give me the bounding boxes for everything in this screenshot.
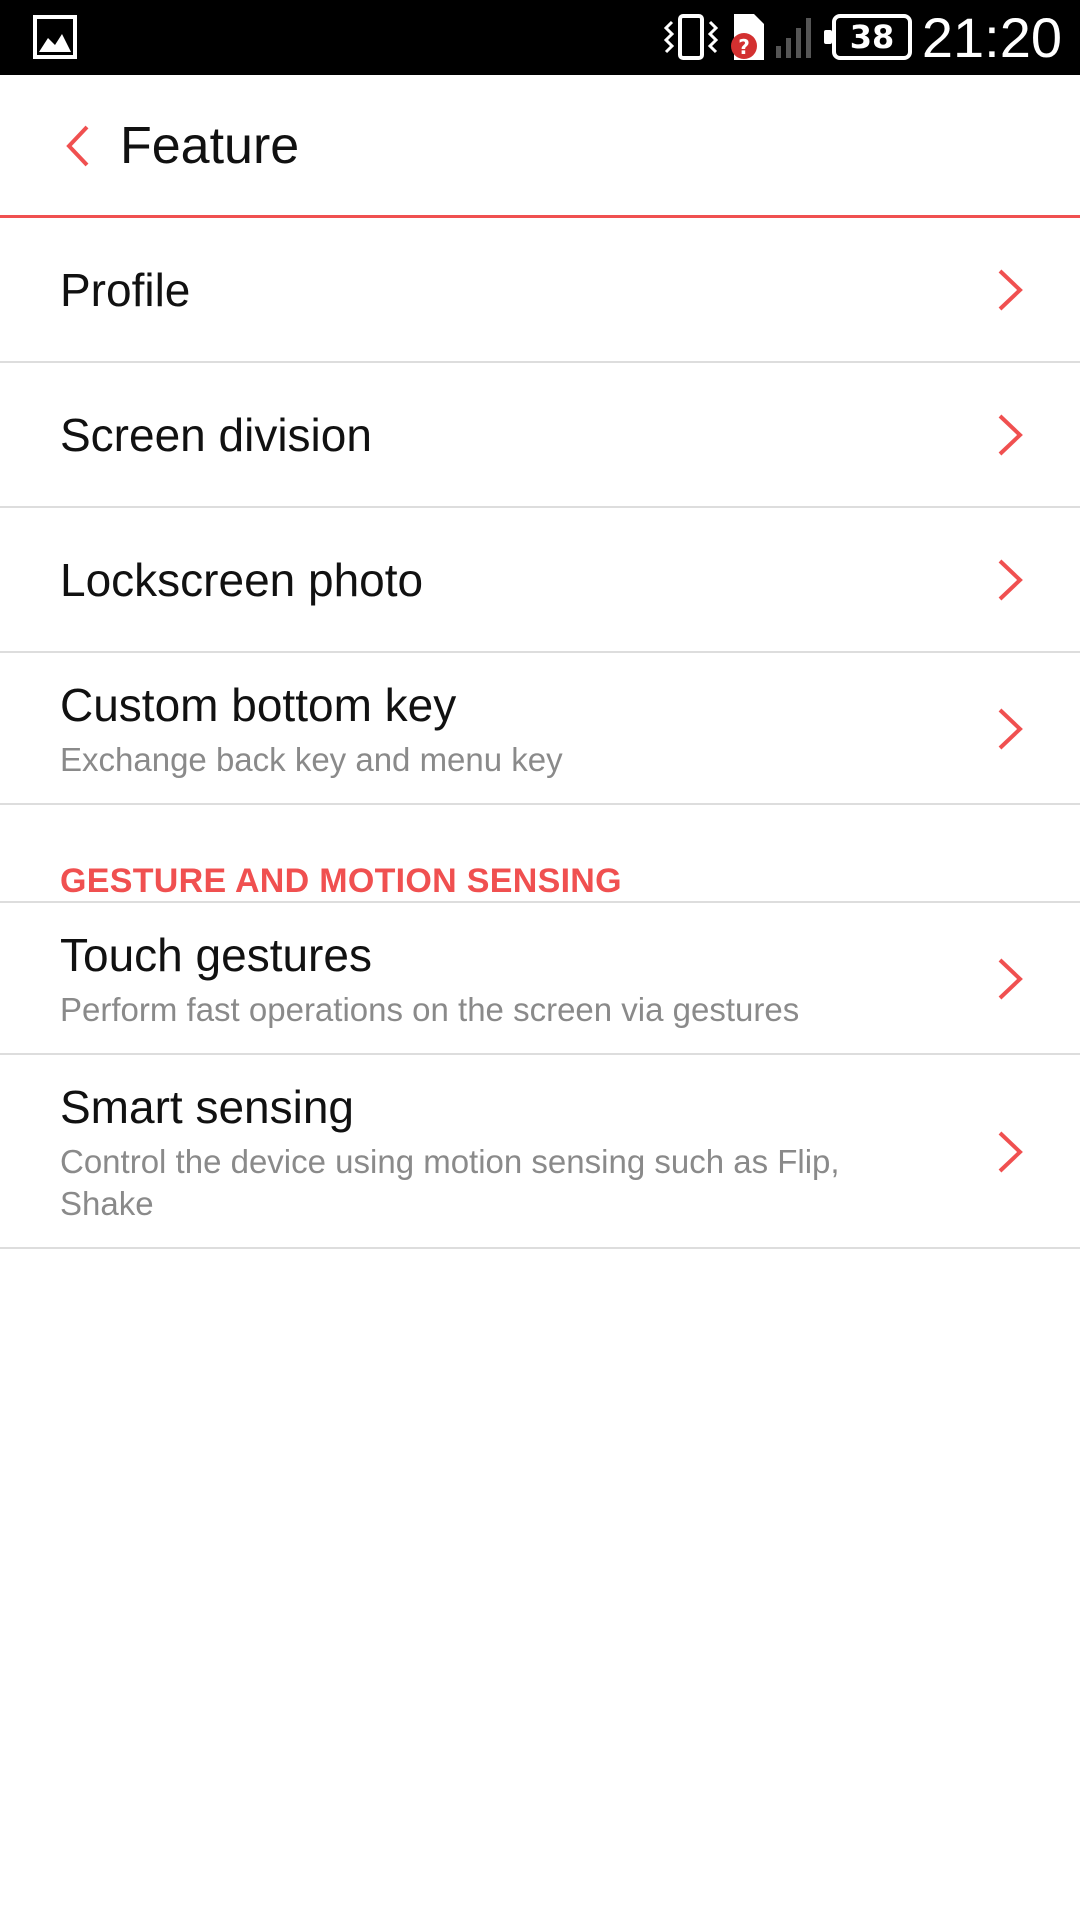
section-header-gesture-motion: GESTURE AND MOTION SENSING: [0, 805, 1080, 903]
section-label: GESTURE AND MOTION SENSING: [60, 862, 622, 900]
list-item-screen-division[interactable]: Screen division: [0, 363, 1080, 508]
sim-error-icon: ?: [731, 14, 764, 60]
list-item-custom-bottom-key[interactable]: Custom bottom key Exchange back key and …: [0, 653, 1080, 805]
chevron-left-icon: [66, 125, 89, 167]
item-label: Profile: [60, 264, 191, 316]
list-item-touch-gestures[interactable]: Touch gestures Perform fast operations o…: [0, 903, 1080, 1055]
item-description: Perform fast operations on the screen vi…: [60, 991, 800, 1028]
chevron-right-icon: [998, 1131, 1023, 1173]
chevron-right-icon: [998, 414, 1023, 456]
vibrate-icon: [663, 14, 719, 60]
status-bar: ? 38 21:20: [0, 0, 1080, 75]
item-label: Smart sensing: [60, 1081, 355, 1133]
list-item-smart-sensing[interactable]: Smart sensing Control the device using m…: [0, 1055, 1080, 1249]
page-title: Feature: [120, 117, 300, 175]
item-label: Touch gestures: [60, 929, 372, 981]
battery-icon: 38: [824, 14, 912, 60]
gallery-notification-icon: [33, 15, 77, 59]
app-header: Feature: [0, 75, 1080, 218]
clock: 21:20: [921, 6, 1062, 69]
chevron-right-icon: [998, 559, 1023, 601]
chevron-right-icon: [998, 958, 1023, 1000]
chevron-right-icon: [998, 708, 1023, 750]
item-description: Exchange back key and menu key: [60, 741, 563, 778]
settings-list: Profile Screen division Lockscreen photo…: [0, 218, 1080, 1249]
list-item-lockscreen-photo[interactable]: Lockscreen photo: [0, 508, 1080, 653]
battery-level: 38: [849, 18, 895, 56]
svg-text:?: ?: [738, 35, 750, 59]
back-button[interactable]: [48, 111, 108, 181]
item-label: Screen division: [60, 409, 372, 461]
list-item-profile[interactable]: Profile: [0, 218, 1080, 363]
chevron-right-icon: [998, 269, 1023, 311]
item-label: Custom bottom key: [60, 679, 457, 731]
item-description: Control the device using motion sensing …: [60, 1143, 840, 1222]
signal-strength-icon: [776, 18, 811, 58]
item-label: Lockscreen photo: [60, 554, 424, 606]
